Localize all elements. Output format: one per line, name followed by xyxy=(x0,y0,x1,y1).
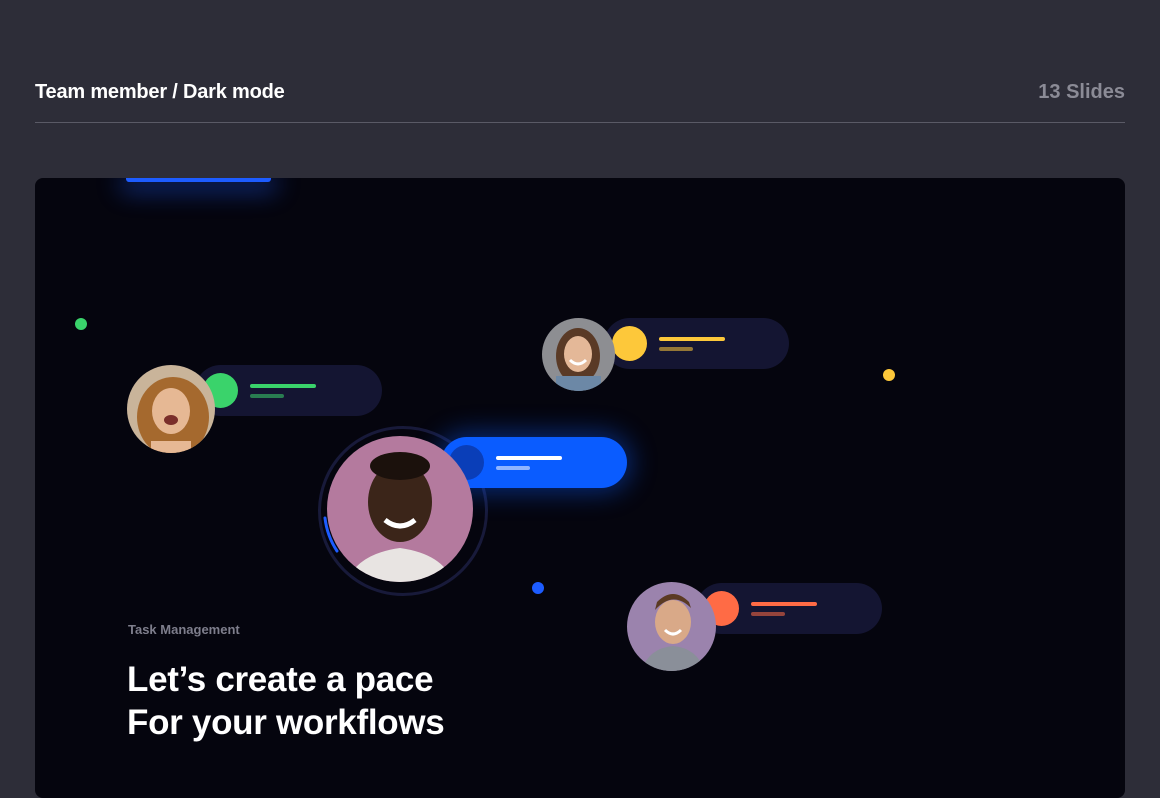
section-title: Team member / Dark mode xyxy=(35,80,285,103)
avatar-man-smiling xyxy=(627,582,716,671)
yellow-decor-dot xyxy=(883,369,895,381)
placeholder-line xyxy=(250,384,316,388)
member-card-green xyxy=(195,365,382,416)
placeholder-line xyxy=(751,602,817,606)
member-card-orange xyxy=(696,583,882,634)
slide-headline: Let’s create a pace For your workflows xyxy=(127,658,445,744)
yellow-status-dot xyxy=(612,326,647,361)
avatar-man-grinning xyxy=(327,436,473,582)
header: Team member / Dark mode 13 Slides xyxy=(35,78,1125,106)
placeholder-line xyxy=(496,466,530,470)
avatar-woman-curly-hair xyxy=(127,365,215,453)
green-decor-dot xyxy=(75,318,87,330)
member-card-blue xyxy=(441,437,627,488)
avatar-woman-smiling xyxy=(542,318,615,391)
placeholder-line xyxy=(659,337,725,341)
placeholder-line xyxy=(659,347,693,351)
divider xyxy=(35,122,1125,123)
headline-line-1: Let’s create a pace xyxy=(127,660,434,699)
slide-preview[interactable]: Task Management Let’s create a pace For … xyxy=(35,178,1125,798)
slide-count: 13 Slides xyxy=(1038,80,1125,103)
headline-line-2: For your workflows xyxy=(127,703,445,742)
placeholder-line xyxy=(250,394,284,398)
placeholder-line xyxy=(751,612,785,616)
slide-eyebrow: Task Management xyxy=(128,622,240,637)
blue-decor-dot xyxy=(532,582,544,594)
slide-top-accent-bar xyxy=(126,178,271,182)
member-card-yellow xyxy=(604,318,789,369)
placeholder-line xyxy=(496,456,562,460)
